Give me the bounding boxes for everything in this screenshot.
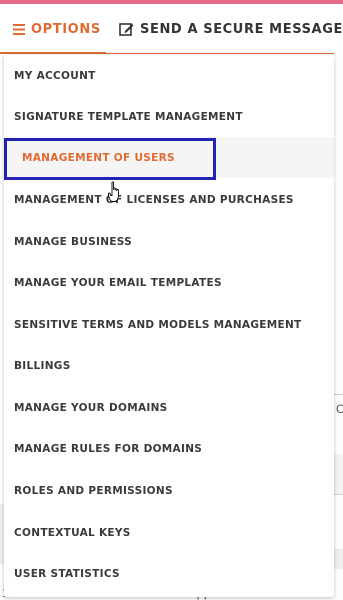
menu-item-sensitive-terms-and-models[interactable]: SENSITIVE TERMS AND MODELS MANAGEMENT: [4, 304, 334, 345]
edit-icon: [119, 22, 134, 36]
options-dropdown-menu: MY ACCOUNT SIGNATURE TEMPLATE MANAGEMENT…: [4, 55, 334, 597]
menu-item-manage-business[interactable]: MANAGE BUSINESS: [4, 221, 334, 262]
menu-item-label: MY ACCOUNT: [14, 69, 96, 82]
options-label: OPTIONS: [31, 21, 101, 37]
menu-item-management-of-users[interactable]: MANAGEMENT OF USERS: [4, 137, 334, 178]
menu-item-label: USER STATISTICS: [14, 567, 120, 580]
send-underline: [106, 53, 334, 54]
menu-item-label: MANAGE BUSINESS: [14, 235, 133, 248]
menu-item-contextual-keys[interactable]: CONTEXTUAL KEYS: [4, 512, 334, 553]
menu-item-label: MANAGE YOUR EMAIL TEMPLATES: [14, 276, 222, 289]
background-right-strip: C: [334, 54, 343, 600]
menu-item-label: MANAGEMENT OF LICENSES AND PURCHASES: [14, 193, 294, 206]
options-button[interactable]: OPTIONS: [0, 4, 106, 54]
menu-item-label: MANAGE YOUR DOMAINS: [14, 401, 168, 414]
menu-item-manage-domains[interactable]: MANAGE YOUR DOMAINS: [4, 387, 334, 428]
menu-item-label: BILLINGS: [14, 359, 71, 372]
send-secure-message-button[interactable]: SEND A SECURE MESSAGE: [106, 4, 342, 54]
menu-item-label: SENSITIVE TERMS AND MODELS MANAGEMENT: [14, 318, 302, 331]
options-underline: [0, 52, 106, 54]
menu-item-my-account[interactable]: MY ACCOUNT: [4, 55, 334, 96]
menu-item-label: MANAGE RULES FOR DOMAINS: [14, 442, 203, 455]
menu-item-label: SIGNATURE TEMPLATE MANAGEMENT: [14, 110, 243, 123]
menu-item-management-of-licenses-and-purchases[interactable]: MANAGEMENT OF LICENSES AND PURCHASES: [4, 179, 334, 220]
menu-item-manage-rules-for-domains[interactable]: MANAGE RULES FOR DOMAINS: [4, 428, 334, 469]
menu-item-roles-and-permissions[interactable]: ROLES AND PERMISSIONS: [4, 470, 334, 511]
menu-item-billings[interactable]: BILLINGS: [4, 345, 334, 386]
background-fragment: C: [336, 402, 343, 416]
background-divider: [334, 494, 343, 495]
background-block: [334, 549, 343, 569]
menu-item-signature-template-management[interactable]: SIGNATURE TEMPLATE MANAGEMENT: [4, 96, 334, 137]
background-block: [334, 454, 343, 494]
toolbar: OPTIONS SEND A SECURE MESSAGE: [0, 4, 343, 54]
menu-item-label: ROLES AND PERMISSIONS: [14, 484, 173, 497]
hamburger-menu-icon: [13, 23, 25, 35]
menu-item-user-statistics[interactable]: USER STATISTICS: [4, 553, 334, 594]
send-secure-message-label: SEND A SECURE MESSAGE: [140, 21, 343, 37]
menu-item-label: MANAGEMENT OF USERS: [22, 151, 175, 164]
background-divider: [334, 394, 343, 395]
menu-item-label: CONTEXTUAL KEYS: [14, 526, 131, 539]
menu-item-manage-email-templates[interactable]: MANAGE YOUR EMAIL TEMPLATES: [4, 262, 334, 303]
